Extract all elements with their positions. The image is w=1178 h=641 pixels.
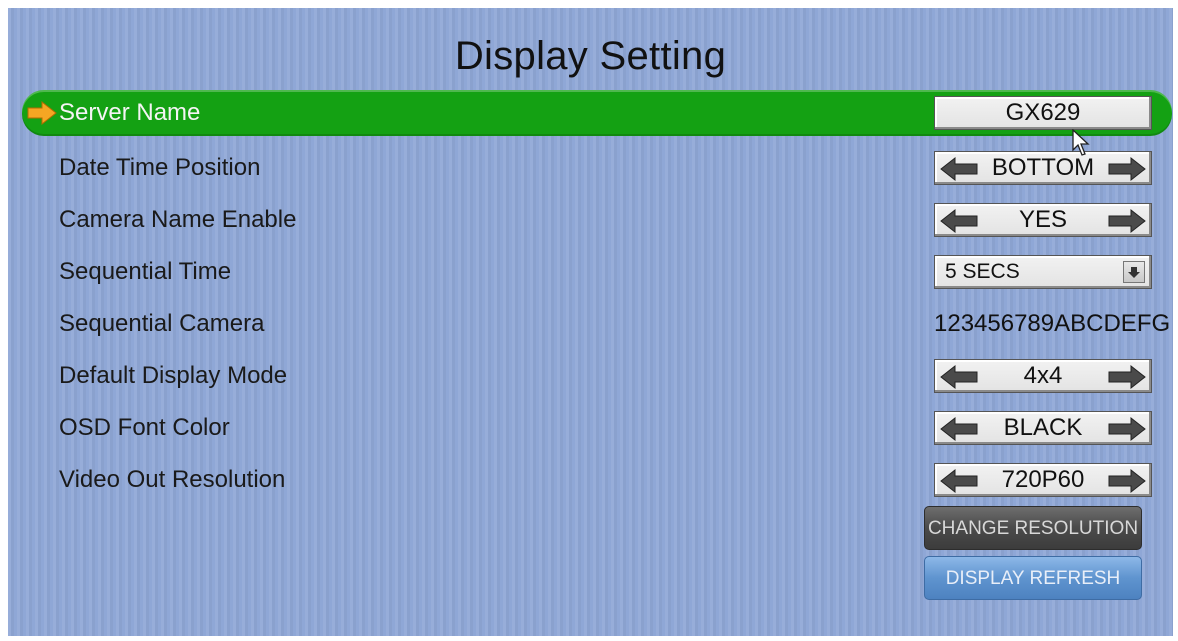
sequential-camera-value[interactable]: 123456789ABCDEFG [934,310,1170,338]
server-name-value: GX629 [1005,99,1081,126]
row-server-name[interactable]: Server Name GX629 [22,90,1172,136]
arrow-left-icon[interactable] [939,468,979,494]
sequential-time-dropdown[interactable]: 5 SECS [934,255,1152,289]
arrow-right-icon[interactable] [1107,208,1147,234]
row-date-time-position: Date Time Position BOTTOM [22,145,1172,191]
osd-font-color-spinner[interactable]: BLACK [934,411,1152,445]
mouse-cursor-icon [1072,129,1090,156]
default-display-mode-spinner[interactable]: 4x4 [934,359,1152,393]
arrow-right-icon[interactable] [1107,156,1147,182]
display-refresh-button[interactable]: DISPLAY REFRESH [924,556,1142,600]
date-time-position-spinner[interactable]: BOTTOM [934,151,1152,185]
chevron-down-icon[interactable] [1123,261,1145,283]
camera-name-enable-value: YES [1018,206,1068,233]
row-label: Sequential Camera [59,310,265,337]
arrow-left-icon[interactable] [939,416,979,442]
row-camera-name-enable: Camera Name Enable YES [22,197,1172,243]
arrow-right-icon[interactable] [1107,416,1147,442]
camera-name-enable-spinner[interactable]: YES [934,203,1152,237]
arrow-right-icon[interactable] [1107,468,1147,494]
change-resolution-button[interactable]: CHANGE RESOLUTION [924,506,1142,550]
row-label: Date Time Position [59,154,261,181]
arrow-right-icon [27,101,57,125]
sequential-time-value: 5 SECS [945,260,1020,283]
row-label: Sequential Time [59,258,232,285]
display-setting-screen: Display Setting Server Name GX629 Date T… [8,8,1173,636]
row-label: Server Name [59,99,201,126]
row-label: Camera Name Enable [59,206,297,233]
row-video-out-resolution: Video Out Resolution 720P60 [22,457,1172,503]
video-out-resolution-spinner[interactable]: 720P60 [934,463,1152,497]
page-title: Display Setting [454,34,727,78]
video-out-resolution-value: 720P60 [1001,466,1085,493]
row-default-display-mode: Default Display Mode 4x4 [22,353,1172,399]
row-sequential-camera: Sequential Camera 123456789ABCDEFG [22,301,1172,347]
row-label: OSD Font Color [59,414,230,441]
arrow-left-icon[interactable] [939,156,979,182]
server-name-field[interactable]: GX629 [934,96,1152,130]
date-time-position-value: BOTTOM [991,154,1095,181]
arrow-left-icon[interactable] [939,364,979,390]
row-label: Default Display Mode [59,362,288,389]
default-display-mode-value: 4x4 [1023,362,1063,389]
osd-font-color-value: BLACK [1003,414,1083,441]
arrow-right-icon[interactable] [1107,364,1147,390]
row-label: Video Out Resolution [59,466,286,493]
arrow-left-icon[interactable] [939,208,979,234]
row-sequential-time: Sequential Time 5 SECS [22,249,1172,295]
row-osd-font-color: OSD Font Color BLACK [22,405,1172,451]
